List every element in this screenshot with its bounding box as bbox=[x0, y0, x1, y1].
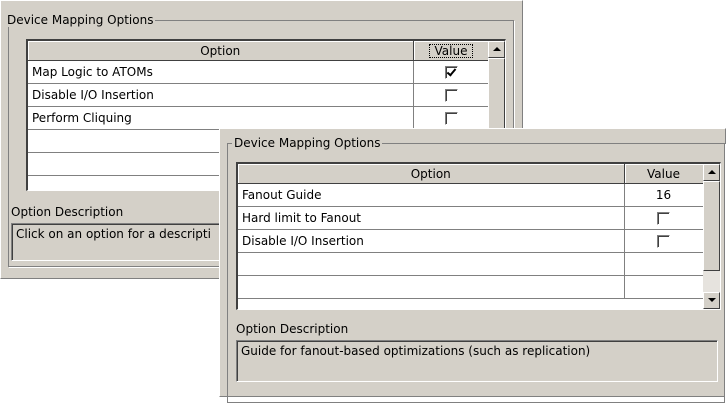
table-row[interactable]: Map Logic to ATOMs bbox=[28, 60, 490, 84]
group-title: Device Mapping Options bbox=[232, 136, 383, 150]
checkbox-icon[interactable] bbox=[444, 66, 458, 79]
device-mapping-panel-front: Device Mapping Options Option Value Fano… bbox=[219, 128, 726, 403]
option-name[interactable]: Fanout Guide bbox=[238, 183, 625, 207]
group-title: Device Mapping Options bbox=[5, 13, 156, 27]
table-row[interactable] bbox=[238, 252, 704, 276]
table-row[interactable]: Disable I/O Insertion bbox=[238, 229, 704, 253]
option-name[interactable] bbox=[238, 252, 625, 276]
value-column-header[interactable]: Value bbox=[624, 164, 704, 184]
option-name[interactable]: Map Logic to ATOMs bbox=[28, 60, 414, 84]
vertical-scrollbar[interactable] bbox=[703, 164, 720, 309]
value-cell[interactable] bbox=[624, 252, 704, 276]
checkbox-icon[interactable] bbox=[444, 112, 458, 125]
value-column-header[interactable]: Value bbox=[413, 41, 490, 61]
table-row[interactable]: Disable I/O Insertion bbox=[28, 83, 490, 107]
option-name[interactable]: Hard limit to Fanout bbox=[238, 206, 625, 230]
triangle-down-icon bbox=[708, 298, 716, 302]
option-name[interactable]: Disable I/O Insertion bbox=[28, 83, 414, 107]
scroll-up-button[interactable] bbox=[488, 41, 505, 58]
scroll-up-button[interactable] bbox=[703, 164, 720, 181]
table-row[interactable]: Hard limit to Fanout bbox=[238, 206, 704, 230]
table-row[interactable]: Perform Cliquing bbox=[28, 106, 490, 130]
scroll-thumb[interactable] bbox=[703, 181, 720, 271]
checkbox-icon[interactable] bbox=[444, 89, 458, 102]
option-description-label: Option Description bbox=[11, 205, 124, 219]
option-name[interactable]: Perform Cliquing bbox=[28, 106, 414, 130]
triangle-up-icon bbox=[493, 47, 501, 51]
option-column-header[interactable]: Option bbox=[238, 164, 625, 184]
option-name[interactable] bbox=[238, 275, 625, 299]
checkbox-icon[interactable] bbox=[657, 212, 670, 225]
option-column-header[interactable]: Option bbox=[28, 41, 414, 61]
option-description-box: Guide for fanout-based optimizations (su… bbox=[236, 340, 718, 382]
checkbox-icon[interactable] bbox=[657, 235, 670, 248]
table-row[interactable]: Fanout Guide 16 bbox=[238, 183, 704, 207]
option-description-label: Option Description bbox=[236, 322, 349, 336]
value-cell[interactable] bbox=[624, 275, 704, 299]
triangle-up-icon bbox=[708, 170, 716, 174]
table-row[interactable] bbox=[238, 275, 704, 299]
options-grid[interactable]: Option Value Fanout Guide 16 Hard limit … bbox=[236, 162, 721, 310]
value-cell[interactable]: 16 bbox=[624, 183, 704, 207]
option-name[interactable]: Disable I/O Insertion bbox=[238, 229, 625, 253]
scroll-down-button[interactable] bbox=[703, 292, 720, 309]
